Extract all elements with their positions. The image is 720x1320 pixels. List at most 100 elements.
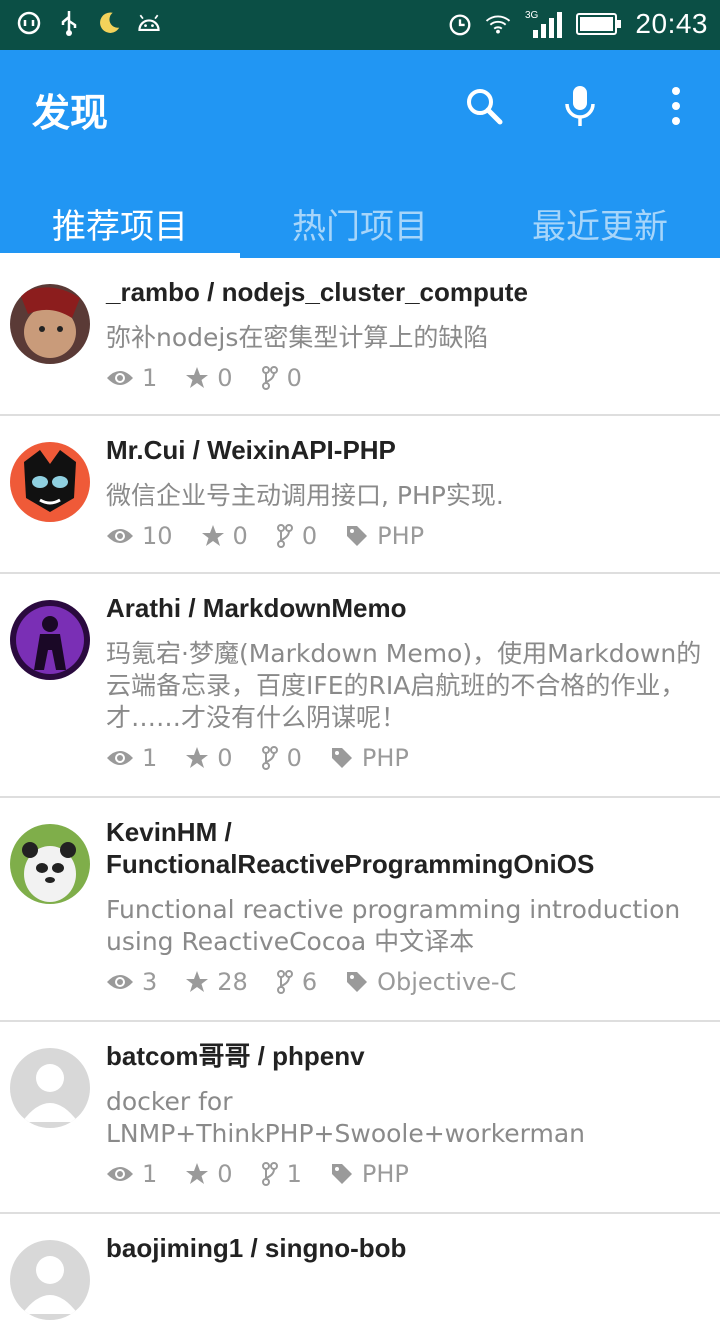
signal-3g-icon: 3G bbox=[523, 10, 563, 38]
eye-icon bbox=[107, 1167, 133, 1181]
tag-icon bbox=[331, 1164, 352, 1184]
fork-stat: 0 bbox=[276, 522, 317, 550]
status-left-icons bbox=[16, 10, 162, 36]
repo-title[interactable]: baojiming1 / singno-bob bbox=[106, 1232, 702, 1264]
watch-stat: 10 bbox=[106, 522, 173, 550]
avatar bbox=[10, 824, 90, 904]
star-icon bbox=[186, 747, 209, 768]
fork-count: 0 bbox=[286, 744, 302, 772]
avatar bbox=[10, 284, 90, 364]
tab-bar: 推荐项目 热门项目 最近更新 bbox=[0, 188, 720, 258]
eye-icon bbox=[107, 975, 133, 989]
repo-description: 弥补nodejs在密集型计算上的缺陷 bbox=[106, 323, 489, 352]
star-icon bbox=[186, 971, 209, 992]
search-button[interactable] bbox=[462, 84, 506, 128]
star-stat: 0 bbox=[185, 364, 233, 392]
tab-recommended[interactable]: 推荐项目 bbox=[0, 188, 240, 258]
fork-count: 0 bbox=[301, 522, 318, 550]
repo-description: docker for LNMP+ThinkPHP+Swoole+workerma… bbox=[106, 1087, 586, 1148]
star-count: 28 bbox=[217, 968, 248, 996]
language-label: PHP bbox=[361, 744, 409, 772]
list-item[interactable]: baojiming1 / singno-bob bbox=[0, 1214, 720, 1320]
status-right-icons: 3G 20:43 bbox=[447, 8, 708, 40]
app-bar-actions bbox=[462, 84, 698, 128]
list-item[interactable]: Mr.Cui / WeixinAPI-PHP 微信企业号主动调用接口, PHP实… bbox=[0, 416, 720, 574]
voice-search-button[interactable] bbox=[558, 84, 602, 128]
repo-stats: 1 0 1 PHP bbox=[106, 1160, 702, 1188]
watch-count: 10 bbox=[142, 522, 173, 550]
usb-icon bbox=[56, 10, 82, 36]
star-stat: 28 bbox=[185, 968, 248, 996]
repo-stats: 3 28 6 Objective-C bbox=[106, 968, 702, 996]
fork-stat: 0 bbox=[261, 744, 302, 772]
repo-title[interactable]: KevinHM / FunctionalReactiveProgrammingO… bbox=[106, 816, 702, 880]
language-label: PHP bbox=[361, 1160, 409, 1188]
watch-count: 3 bbox=[142, 968, 158, 996]
language-stat: PHP bbox=[330, 1160, 409, 1188]
star-icon bbox=[201, 525, 224, 546]
star-count: 0 bbox=[217, 1160, 233, 1188]
watch-count: 1 bbox=[142, 1160, 158, 1188]
star-icon bbox=[186, 367, 209, 388]
tab-recent[interactable]: 最近更新 bbox=[480, 188, 720, 258]
more-vert-icon bbox=[672, 87, 680, 125]
tab-popular[interactable]: 热门项目 bbox=[240, 188, 480, 258]
watch-stat: 3 bbox=[106, 968, 157, 996]
watch-count: 1 bbox=[142, 364, 158, 392]
android-icon bbox=[136, 10, 162, 36]
star-stat: 0 bbox=[185, 1160, 233, 1188]
star-stat: 0 bbox=[185, 744, 233, 772]
eye-icon bbox=[107, 529, 133, 543]
star-stat: 0 bbox=[201, 522, 248, 550]
watch-stat: 1 bbox=[106, 364, 157, 392]
repo-title[interactable]: batcom哥哥 / phpenv bbox=[106, 1040, 702, 1072]
avatar bbox=[10, 600, 90, 680]
watch-stat: 1 bbox=[106, 744, 157, 772]
avatar bbox=[10, 1048, 90, 1128]
fork-icon bbox=[261, 366, 278, 390]
list-item[interactable]: KevinHM / FunctionalReactiveProgrammingO… bbox=[0, 798, 720, 1022]
battery-icon bbox=[575, 11, 623, 37]
fork-count: 0 bbox=[286, 364, 302, 392]
repo-title[interactable]: _rambo / nodejs_cluster_compute bbox=[106, 276, 702, 308]
list-item[interactable]: batcom哥哥 / phpenv docker for LNMP+ThinkP… bbox=[0, 1022, 720, 1214]
star-count: 0 bbox=[217, 364, 233, 392]
fork-icon bbox=[276, 524, 293, 548]
more-options-button[interactable] bbox=[654, 84, 698, 128]
repo-stats: 1 0 0 bbox=[106, 364, 702, 392]
language-stat: PHP bbox=[345, 522, 424, 550]
app-bar: 发现 推荐项目 热门项目 最近更新 bbox=[0, 50, 720, 258]
language-stat: PHP bbox=[330, 744, 409, 772]
moon-icon bbox=[96, 10, 122, 36]
repo-stats: 1 0 0 PHP bbox=[106, 744, 702, 772]
repo-description: 微信企业号主动调用接口, PHP实现. bbox=[106, 481, 504, 510]
alarm-icon bbox=[447, 11, 473, 37]
watch-stat: 1 bbox=[106, 1160, 157, 1188]
mic-icon bbox=[565, 86, 595, 126]
list-item[interactable]: Arathi / MarkdownMemo 玛氪宕·梦魔(Markdown Me… bbox=[0, 574, 720, 798]
sync-icon bbox=[16, 10, 42, 36]
wifi-icon bbox=[485, 11, 511, 37]
tag-icon bbox=[347, 526, 368, 546]
fork-icon bbox=[261, 1162, 278, 1186]
tag-icon bbox=[347, 972, 368, 992]
page-title: 发现 bbox=[32, 91, 109, 135]
language-stat: Objective-C bbox=[345, 968, 516, 996]
status-bar: 3G 20:43 bbox=[0, 0, 720, 50]
avatar bbox=[10, 1240, 90, 1320]
network-label: 3G bbox=[525, 10, 539, 21]
repo-list: _rambo / nodejs_cluster_compute 弥补nodejs… bbox=[0, 258, 720, 1320]
fork-stat: 0 bbox=[261, 364, 302, 392]
fork-count: 1 bbox=[286, 1160, 302, 1188]
fork-count: 6 bbox=[301, 968, 318, 996]
repo-description: 玛氪宕·梦魔(Markdown Memo)，使用Markdown的云端备忘录，百… bbox=[106, 639, 702, 732]
eye-icon bbox=[107, 751, 133, 765]
avatar bbox=[10, 442, 90, 522]
repo-description: Functional reactive programming introduc… bbox=[106, 895, 681, 956]
fork-icon bbox=[276, 970, 293, 994]
repo-stats: 10 0 0 PHP bbox=[106, 522, 702, 550]
repo-title[interactable]: Arathi / MarkdownMemo bbox=[106, 592, 702, 624]
list-item[interactable]: _rambo / nodejs_cluster_compute 弥补nodejs… bbox=[0, 258, 720, 416]
repo-title[interactable]: Mr.Cui / WeixinAPI-PHP bbox=[106, 434, 702, 466]
fork-stat: 1 bbox=[261, 1160, 302, 1188]
